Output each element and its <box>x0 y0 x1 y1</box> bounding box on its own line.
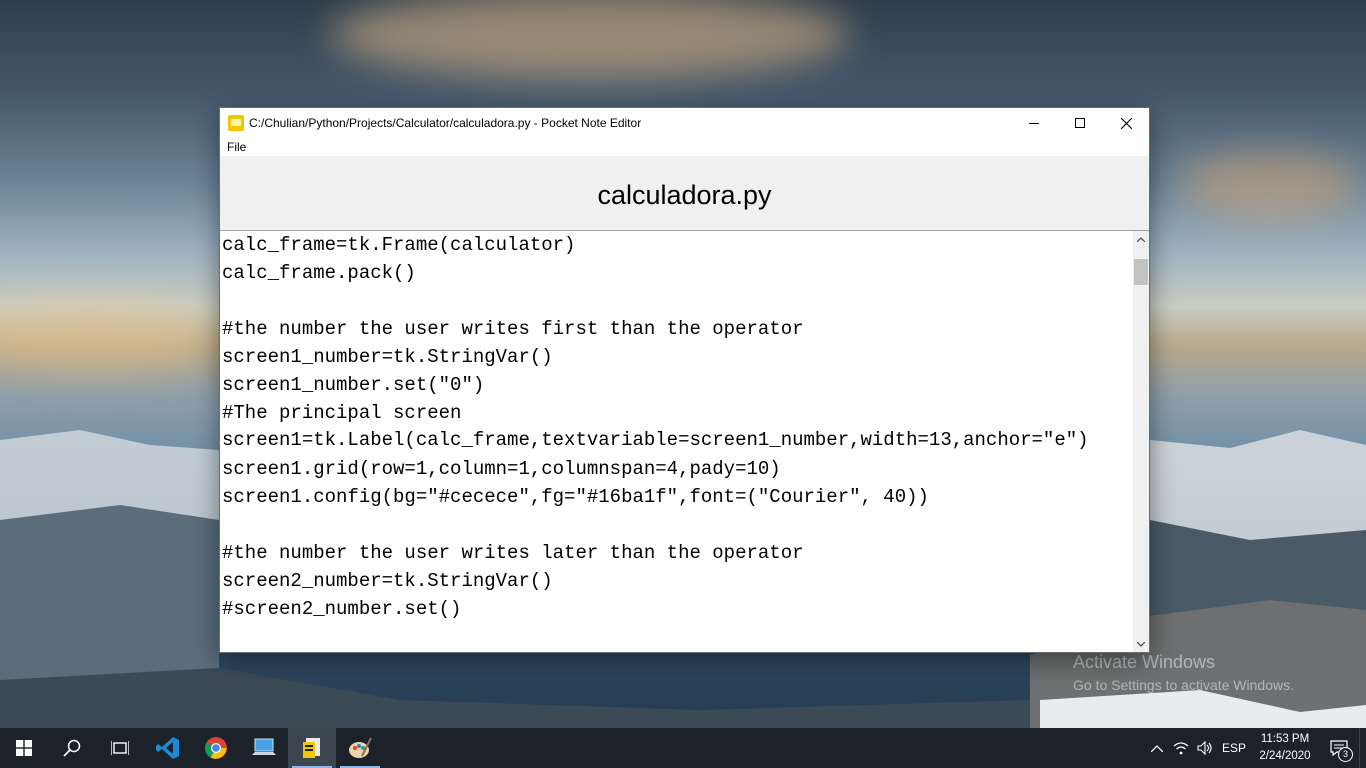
code-line: #the number the user writes first than t… <box>222 318 804 340</box>
code-editor[interactable]: calc_frame=tk.Frame(calculator) calc_fra… <box>220 231 1134 652</box>
taskbar-app-pocket-note-editor[interactable] <box>288 728 336 768</box>
code-line: calc_frame=tk.Frame(calculator) <box>222 234 576 256</box>
code-line: screen1.config(bg="#cecece",fg="#16ba1f"… <box>222 486 929 508</box>
search-icon <box>63 739 81 757</box>
chevron-up-icon <box>1137 236 1145 242</box>
code-line: screen1.grid(row=1,column=1,columnspan=4… <box>222 458 781 480</box>
search-button[interactable] <box>48 728 96 768</box>
chrome-icon <box>205 737 227 759</box>
start-button[interactable] <box>0 728 48 768</box>
vscode-icon <box>156 737 179 759</box>
code-line: screen2_number=tk.StringVar() <box>222 570 553 592</box>
paint-icon <box>349 737 372 758</box>
code-line: screen1=tk.Label(calc_frame,textvariable… <box>222 429 1089 451</box>
code-line: screen1_number=tk.StringVar() <box>222 346 553 368</box>
speaker-icon <box>1197 741 1212 755</box>
code-line: #The principal screen <box>222 402 462 424</box>
system-tray: ESP 11:53 PM 2/24/2020 3 <box>1145 728 1366 768</box>
code-line: #screen2_number.set() <box>222 598 462 620</box>
clock[interactable]: 11:53 PM 2/24/2020 <box>1251 728 1319 768</box>
title-bar[interactable]: C:/Chulian/Python/Projects/Calculator/ca… <box>220 108 1149 138</box>
task-view-icon <box>111 741 129 755</box>
menu-file[interactable]: File <box>227 140 246 154</box>
editor-window: C:/Chulian/Python/Projects/Calculator/ca… <box>219 107 1150 653</box>
scrollbar-thumb[interactable] <box>1134 259 1148 285</box>
volume-button[interactable] <box>1193 728 1217 768</box>
taskbar-app-this-pc[interactable] <box>240 728 288 768</box>
show-hidden-icons-button[interactable] <box>1145 728 1169 768</box>
chevron-down-icon <box>1137 641 1145 647</box>
activate-windows-watermark: Activate Windows <box>1073 652 1216 672</box>
taskbar: ESP 11:53 PM 2/24/2020 3 <box>0 728 1366 768</box>
scroll-down-button[interactable] <box>1133 636 1149 652</box>
task-view-button[interactable] <box>96 728 144 768</box>
minimize-icon <box>1029 123 1039 124</box>
close-button[interactable] <box>1103 108 1149 138</box>
notification-count-badge: 3 <box>1338 747 1353 762</box>
clock-date: 2/24/2020 <box>1259 750 1311 762</box>
vertical-scrollbar[interactable] <box>1133 231 1149 652</box>
file-title: calculadora.py <box>597 179 772 210</box>
maximize-button[interactable] <box>1057 108 1103 138</box>
clock-time: 11:53 PM <box>1260 733 1310 745</box>
window-title: C:/Chulian/Python/Projects/Calculator/ca… <box>249 116 642 130</box>
show-desktop-button[interactable] <box>1359 728 1366 768</box>
minimize-button[interactable] <box>1011 108 1057 138</box>
wifi-icon <box>1173 742 1189 755</box>
pc-icon <box>252 738 276 755</box>
pocket-note-app-icon <box>228 115 244 131</box>
code-line: screen1_number.set("0") <box>222 374 485 396</box>
maximize-icon <box>1075 118 1085 128</box>
activate-windows-hint: Go to Settings to activate Windows. <box>1073 677 1294 693</box>
taskbar-app-paint[interactable] <box>336 728 384 768</box>
code-line: calc_frame.pack() <box>222 262 416 284</box>
menu-bar: File <box>220 138 1149 156</box>
start-icon <box>16 740 32 756</box>
taskbar-app-vscode[interactable] <box>144 728 192 768</box>
action-center-button[interactable]: 3 <box>1319 728 1359 768</box>
taskbar-app-chrome[interactable] <box>192 728 240 768</box>
code-line: #the number the user writes later than t… <box>222 542 804 564</box>
scroll-up-button[interactable] <box>1133 231 1149 247</box>
chevron-up-icon <box>1151 744 1163 752</box>
close-icon <box>1120 117 1132 129</box>
language-indicator[interactable]: ESP <box>1217 728 1251 768</box>
network-button[interactable] <box>1169 728 1193 768</box>
file-header: calculadora.py <box>220 156 1149 231</box>
pocket-note-editor-icon <box>303 738 320 758</box>
